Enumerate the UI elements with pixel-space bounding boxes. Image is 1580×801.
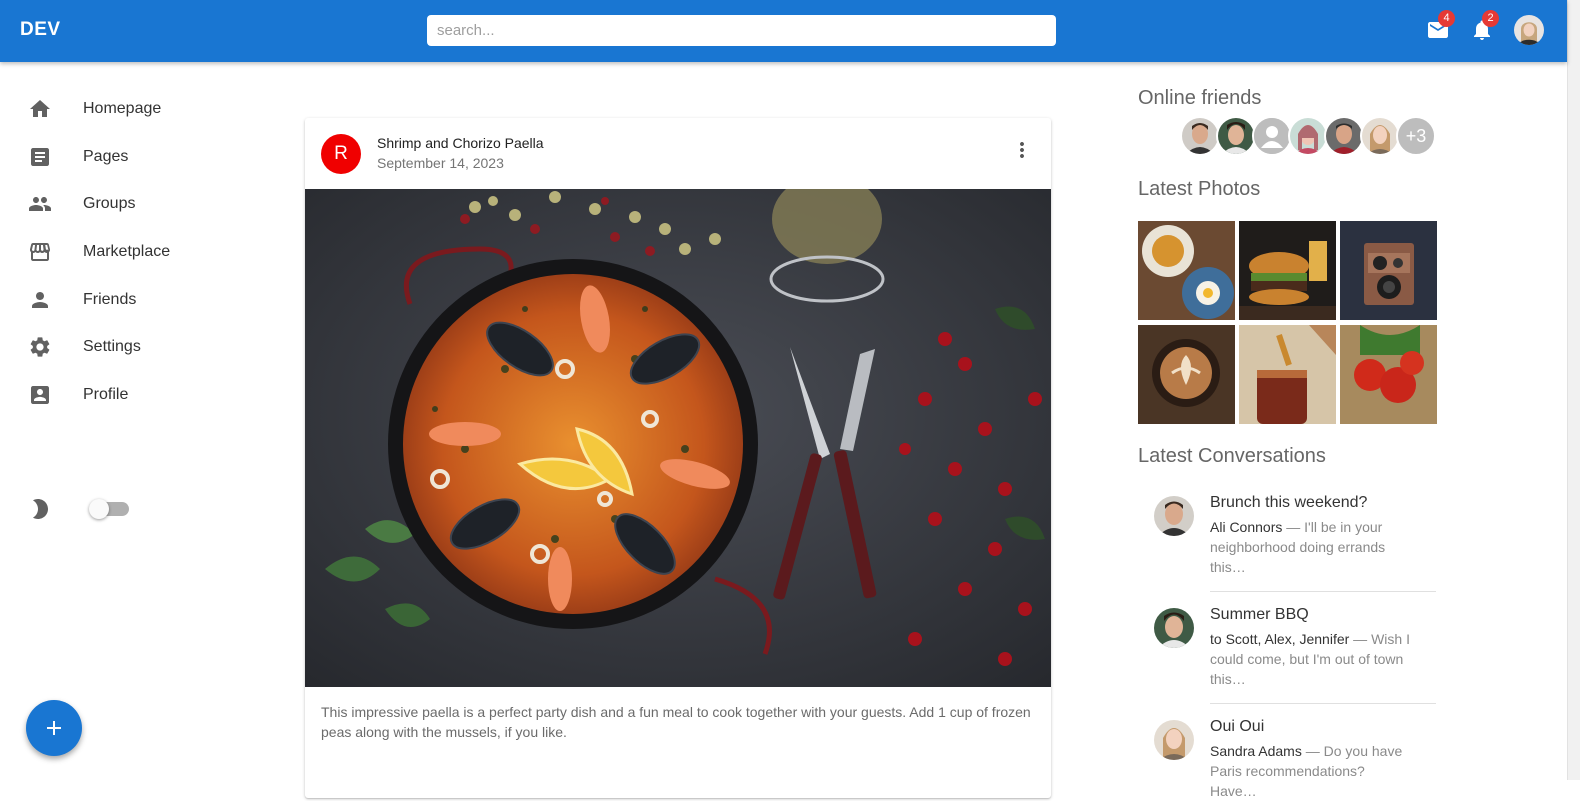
add-button[interactable] [26, 700, 82, 756]
sidebar-item-marketplace[interactable]: Marketplace [0, 230, 250, 274]
conversation-avatar [1154, 720, 1194, 760]
conversation-avatar [1154, 608, 1194, 648]
brand-logo[interactable]: DEV [20, 19, 61, 41]
sidebar-item-label: Pages [83, 148, 129, 165]
friend-avatar[interactable] [1288, 116, 1328, 156]
conversation-preview: Sandra Adams — Do you have Paris recomme… [1210, 741, 1410, 801]
photo-thumbnail[interactable] [1138, 325, 1235, 424]
conversation-item[interactable]: Oui Oui Sandra Adams — Do you have Paris… [1138, 706, 1436, 799]
friend-avatar[interactable] [1360, 116, 1400, 156]
search-input[interactable] [427, 15, 1056, 46]
toggle-knob [89, 499, 109, 519]
mail-button[interactable]: 4 [1426, 10, 1455, 42]
post-card: R Shrimp and Chorizo Paella September 14… [305, 118, 1051, 798]
sidebar-item-label: Settings [83, 338, 141, 355]
conversation-item[interactable]: Brunch this weekend? Ali Connors — I'll … [1138, 482, 1436, 592]
conversation-avatar [1154, 496, 1194, 536]
friend-avatar[interactable] [1324, 116, 1364, 156]
friend-avatar[interactable] [1252, 116, 1292, 156]
more-friends-badge[interactable]: +3 [1396, 116, 1436, 156]
friend-avatar[interactable] [1216, 116, 1256, 156]
conversation-title: Oui Oui [1210, 718, 1265, 735]
divider [1210, 703, 1436, 704]
conversation-item[interactable]: Summer BBQ to Scott, Alex, Jennifer — Wi… [1138, 594, 1436, 704]
conversation-title: Summer BBQ [1210, 606, 1309, 623]
conversation-sender: Ali Connors [1210, 519, 1283, 535]
app-bar: DEV 4 2 [0, 0, 1567, 62]
sidebar-item-label: Profile [83, 386, 129, 403]
photo-thumbnail[interactable] [1239, 325, 1336, 424]
notifications-badge: 2 [1482, 10, 1499, 27]
conversation-preview: to Scott, Alex, Jennifer — Wish I could … [1210, 629, 1410, 689]
gear-icon [28, 335, 52, 359]
sidebar-item-label: Groups [83, 195, 136, 212]
conversation-sender: Sandra Adams [1210, 743, 1302, 759]
photo-thumbnail[interactable] [1340, 325, 1437, 424]
post-title: Shrimp and Chorizo Paella [377, 135, 544, 151]
dark-mode-row [0, 485, 250, 529]
photo-thumbnail[interactable] [1340, 221, 1437, 320]
latest-photos-title: Latest Photos [1138, 178, 1261, 200]
storefront-icon [28, 240, 52, 264]
sidebar-item-label: Friends [83, 291, 137, 308]
friend-avatar[interactable] [1180, 116, 1220, 156]
moon-icon [28, 497, 52, 521]
home-icon [28, 97, 52, 121]
post-image[interactable] [305, 189, 1051, 687]
user-avatar[interactable] [1514, 15, 1544, 45]
plus-icon [47, 721, 61, 735]
conversation-title: Brunch this weekend? [1210, 494, 1368, 511]
sidebar-item-homepage[interactable]: Homepage [0, 87, 250, 131]
conversation-preview: Ali Connors — I'll be in your neighborho… [1210, 517, 1410, 577]
conversation-sender: to Scott, Alex, Jennifer [1210, 631, 1350, 647]
person-icon [28, 288, 52, 312]
more-vert-icon [1020, 142, 1024, 158]
post-date: September 14, 2023 [377, 155, 504, 171]
account-box-icon [28, 383, 52, 407]
sidebar-item-pages[interactable]: Pages [0, 135, 250, 179]
dark-mode-toggle[interactable] [89, 499, 129, 519]
latest-conversations-title: Latest Conversations [1138, 445, 1326, 467]
sidebar-item-settings[interactable]: Settings [0, 325, 250, 369]
mail-badge: 4 [1438, 10, 1455, 27]
notifications-button[interactable]: 2 [1470, 10, 1499, 42]
sidebar-item-friends[interactable]: Friends [0, 278, 250, 322]
sidebar-item-label: Marketplace [83, 243, 171, 260]
people-icon [28, 192, 52, 216]
scrollbar[interactable] [1567, 0, 1580, 780]
article-icon [28, 145, 52, 169]
post-menu-button[interactable] [1010, 138, 1034, 162]
sidebar-item-groups[interactable]: Groups [0, 182, 250, 226]
post-text: This impressive paella is a perfect part… [321, 704, 1031, 740]
post-author-avatar: R [321, 134, 361, 174]
online-friends-title: Online friends [1138, 87, 1262, 109]
photo-thumbnail[interactable] [1138, 221, 1235, 320]
divider [1210, 591, 1436, 592]
photo-thumbnail[interactable] [1239, 221, 1336, 320]
sidebar-item-profile[interactable]: Profile [0, 373, 250, 417]
sidebar-item-label: Homepage [83, 100, 162, 117]
